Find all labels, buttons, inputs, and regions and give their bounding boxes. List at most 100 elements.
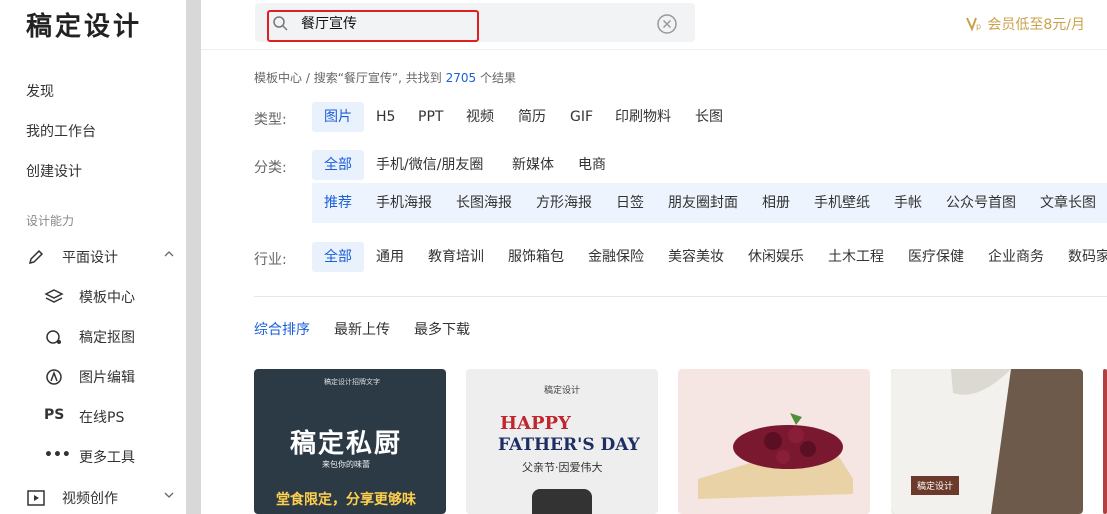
industry-chip-engineering[interactable]: 土木工程 [816, 242, 896, 272]
breadcrumb-suffix: 个结果 [480, 71, 517, 85]
sidebar-item-label: 在线PS [79, 410, 125, 426]
top-bar: p 会员低至8元/月 [201, 0, 1107, 50]
sort-tab-most-downloads[interactable]: 最多下载 [414, 319, 470, 339]
breadcrumb: 模板中心 / 搜索“餐厅宣传”, 共找到 2705 个结果 [254, 69, 516, 86]
card-title: HAPPY [500, 413, 571, 434]
subcategory-chip-square-poster[interactable]: 方形海报 [524, 188, 604, 218]
industry-chip-all[interactable]: 全部 [312, 242, 364, 272]
cutout-icon [46, 330, 61, 344]
subcategory-chip-long-poster[interactable]: 长图海报 [444, 188, 524, 218]
svg-text:p: p [976, 22, 981, 31]
card-small-text: 稿定设计 [544, 386, 581, 396]
sidebar-item-online-ps[interactable]: PS 在线PS [44, 405, 174, 429]
type-chip-resume[interactable]: 简历 [506, 102, 558, 132]
breadcrumb-root[interactable]: 模板中心 [254, 71, 302, 85]
sidebar-item-discover[interactable]: 发现 [26, 81, 54, 101]
sidebar-item-image-edit[interactable]: 图片编辑 [44, 365, 174, 389]
sidebar-item-workspace[interactable]: 我的工作台 [26, 121, 96, 141]
subcategory-chip-article-long[interactable]: 文章长图 [1028, 188, 1107, 218]
industry-chip-general[interactable]: 通用 [364, 242, 416, 272]
layers-icon [44, 289, 64, 303]
clear-icon[interactable] [656, 13, 678, 35]
ps-icon: PS [44, 407, 65, 423]
category-chip-mobile[interactable]: 手机/微信/朋友圈 [364, 150, 495, 180]
template-card[interactable]: 稿定设计 [891, 369, 1083, 514]
card-footer-text: 堂食限定，分享更够味 [276, 492, 416, 508]
breadcrumb-prefix: 搜索“餐厅宣传”, 共找到 [313, 71, 442, 85]
sidebar-item-template-center[interactable]: 模板中心 [44, 285, 174, 309]
subcategory-chip-wallpaper[interactable]: 手机壁纸 [802, 188, 882, 218]
card-subtitle: 来包你的味蕾 [322, 460, 370, 469]
sidebar-group-graphic-design[interactable]: 平面设计 [26, 245, 176, 269]
sidebar-section-title: 设计能力 [26, 214, 75, 228]
search-input[interactable] [301, 13, 601, 33]
type-chip-image[interactable]: 图片 [312, 102, 364, 132]
industry-chip-digital[interactable]: 数码家 [1056, 242, 1107, 272]
sidebar-item-label: 稿定抠图 [79, 330, 135, 346]
type-chip-print[interactable]: 印刷物料 [603, 102, 683, 132]
sidebar-item-label: 模板中心 [79, 290, 135, 306]
sidebar-group-label: 平面设计 [62, 250, 118, 266]
type-chip-ppt[interactable]: PPT [406, 102, 455, 132]
category-chip-new-media[interactable]: 新媒体 [500, 150, 566, 180]
card-title: 稿定私厨 [290, 429, 403, 459]
search-icon[interactable] [272, 15, 288, 31]
template-card[interactable] [1103, 369, 1107, 514]
industry-chip-medical[interactable]: 医疗保健 [896, 242, 976, 272]
cake-image [698, 413, 853, 499]
industry-chip-apparel[interactable]: 服饰箱包 [496, 242, 576, 272]
type-chip-gif[interactable]: GIF [558, 102, 605, 132]
vip-text: 会员低至8元/月 [987, 17, 1085, 33]
category-chip-all[interactable]: 全部 [312, 150, 364, 180]
template-card[interactable] [678, 369, 870, 514]
breadcrumb-sep: / [305, 71, 310, 85]
vip-icon: p [966, 17, 981, 32]
industry-chip-education[interactable]: 教育培训 [416, 242, 496, 272]
result-count: 2705 [445, 71, 477, 85]
subcategory-chip-article-cover[interactable]: 公众号首图 [934, 188, 1028, 218]
industry-chip-business[interactable]: 企业商务 [976, 242, 1056, 272]
logo[interactable]: 稿定设计 [26, 6, 142, 43]
subcategory-chip-moments-cover[interactable]: 朋友圈封面 [656, 188, 750, 218]
type-chip-h5[interactable]: H5 [364, 102, 407, 132]
sort-tab-newest[interactable]: 最新上传 [334, 319, 390, 339]
sidebar: 稿定设计 发现 我的工作台 创建设计 设计能力 平面设计 模板中心 稿定抠图 图… [0, 0, 186, 514]
hat-image [532, 489, 592, 514]
sort-tab-comprehensive[interactable]: 综合排序 [254, 319, 310, 339]
subcategory-chip-daily[interactable]: 日签 [604, 188, 656, 218]
industry-chip-finance[interactable]: 金融保险 [576, 242, 656, 272]
industry-filter-label: 行业: [254, 252, 287, 268]
sidebar-item-label: 图片编辑 [79, 370, 135, 386]
video-icon [27, 490, 45, 506]
chevron-up-icon [164, 251, 174, 257]
type-chip-long-image[interactable]: 长图 [683, 102, 735, 132]
divider [254, 296, 1107, 297]
chevron-down-icon [164, 492, 174, 498]
subcategory-chip-journal[interactable]: 手帐 [882, 188, 934, 218]
type-chip-video[interactable]: 视频 [454, 102, 506, 132]
template-card[interactable]: 稿定设计 HAPPY FATHER'S DAY 父亲节·因爱伟大 [466, 369, 658, 514]
category-filter-label: 分类: [254, 160, 287, 176]
subcategory-chip-recommend[interactable]: 推荐 [312, 188, 364, 218]
sidebar-item-create[interactable]: 创建设计 [26, 161, 82, 181]
type-filter-label: 类型: [254, 112, 287, 128]
sidebar-group-video[interactable]: 视频创作 [26, 486, 176, 510]
search-box [255, 3, 695, 42]
card-title-line2: FATHER'S DAY [498, 435, 640, 455]
category-chip-ecommerce[interactable]: 电商 [566, 150, 618, 180]
sidebar-item-more-tools[interactable]: ••• 更多工具 [44, 445, 174, 469]
pencil-icon [28, 249, 44, 265]
subcategory-chip-mobile-poster[interactable]: 手机海报 [364, 188, 444, 218]
template-card[interactable]: 稿定设计招牌文字 稿定私厨 来包你的味蕾 堂食限定，分享更够味 [254, 369, 446, 514]
sidebar-scrollbar[interactable] [186, 0, 201, 514]
more-icon: ••• [44, 447, 71, 463]
industry-chip-beauty[interactable]: 美容美妆 [656, 242, 736, 272]
sidebar-item-label: 更多工具 [79, 450, 135, 466]
vip-promo-link[interactable]: p 会员低至8元/月 [966, 14, 1085, 34]
subcategory-chip-album[interactable]: 相册 [750, 188, 802, 218]
card-small-text: 稿定设计招牌文字 [324, 378, 380, 386]
industry-chip-leisure[interactable]: 休闲娱乐 [736, 242, 816, 272]
image-edit-icon [46, 369, 62, 385]
sidebar-item-cutout[interactable]: 稿定抠图 [44, 325, 174, 349]
card-tag: 稿定设计 [911, 476, 960, 495]
